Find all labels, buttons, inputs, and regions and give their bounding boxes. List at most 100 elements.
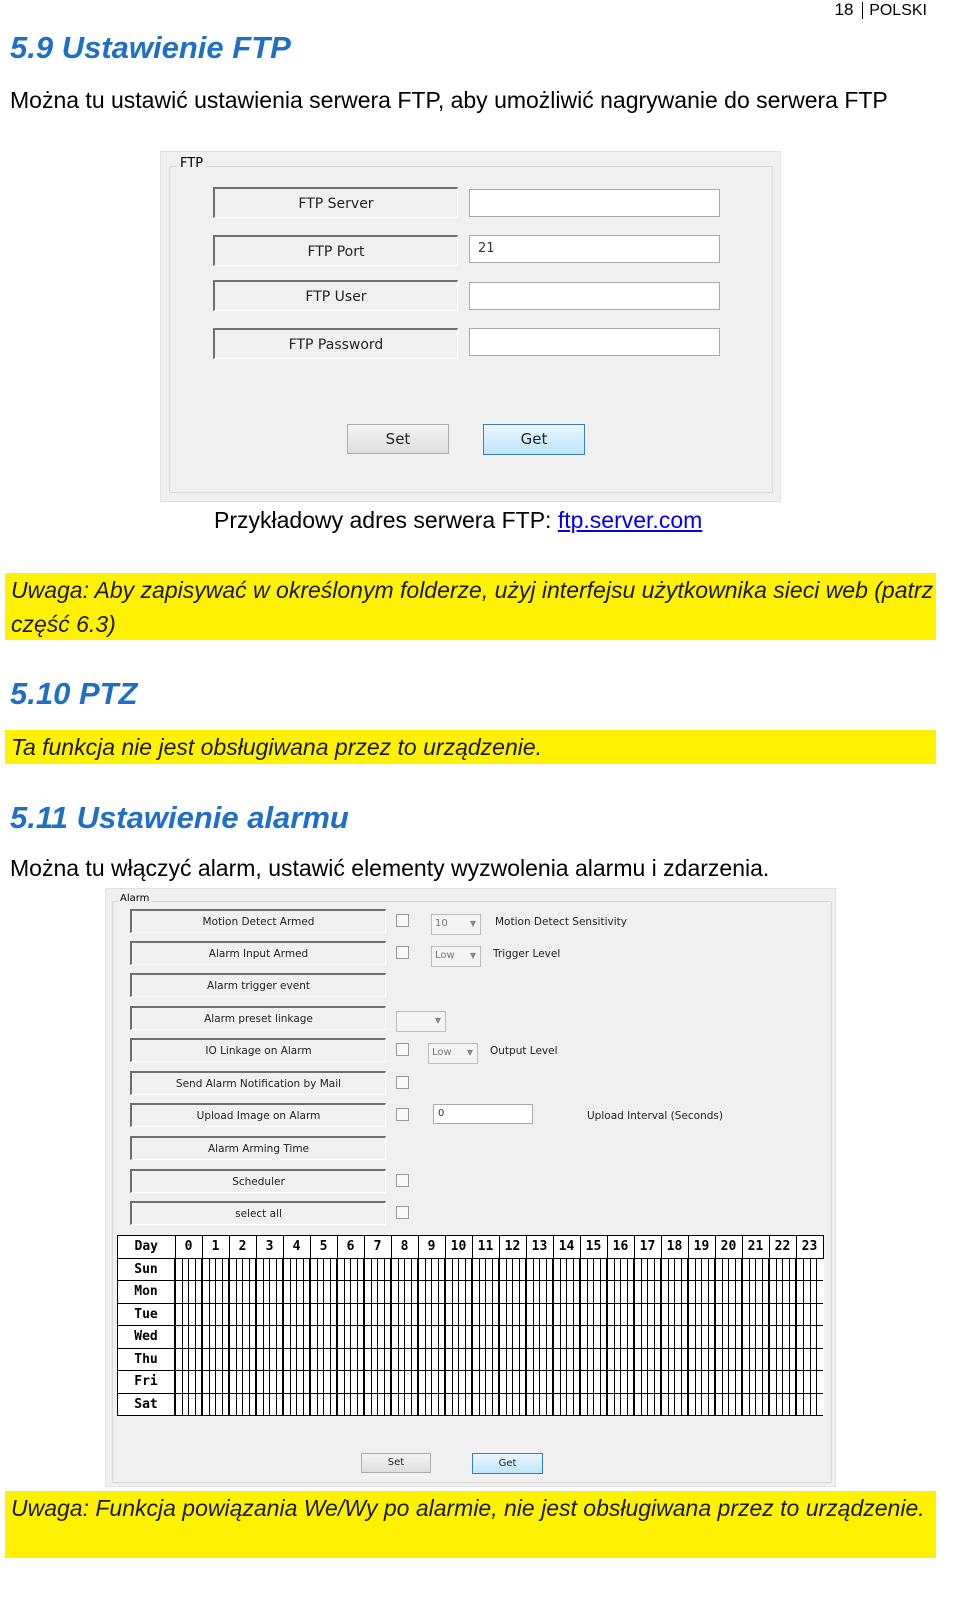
schedule-cell[interactable] (687, 1370, 695, 1394)
schedule-cell[interactable] (599, 1370, 607, 1394)
schedule-cell[interactable] (707, 1302, 715, 1326)
schedule-cell[interactable] (579, 1257, 587, 1281)
schedule-cell[interactable] (228, 1370, 236, 1394)
schedule-cell[interactable] (309, 1370, 317, 1394)
schedule-cell[interactable] (437, 1302, 445, 1326)
schedule-cell[interactable] (464, 1302, 472, 1326)
schedule-cell[interactable] (518, 1302, 526, 1326)
schedule-cell[interactable] (248, 1347, 256, 1371)
schedule-cell[interactable] (363, 1347, 371, 1371)
schedule-cell[interactable] (788, 1325, 796, 1349)
schedule-cell[interactable] (518, 1347, 526, 1371)
schedule-cell[interactable] (788, 1302, 796, 1326)
schedule-cell[interactable] (417, 1370, 425, 1394)
ftp-server-input[interactable] (469, 189, 720, 217)
schedule-cell[interactable] (734, 1257, 742, 1281)
schedule-cell[interactable] (444, 1347, 452, 1371)
schedule-cell[interactable] (383, 1370, 391, 1394)
schedule-cell[interactable] (282, 1347, 290, 1371)
schedule-cell[interactable] (302, 1280, 310, 1304)
schedule-cell[interactable] (228, 1392, 236, 1416)
schedule-cell[interactable] (194, 1325, 202, 1349)
schedule-cell[interactable] (552, 1302, 560, 1326)
schedule-cell[interactable] (606, 1392, 614, 1416)
schedule-cell[interactable] (653, 1280, 661, 1304)
schedule-cell[interactable] (363, 1370, 371, 1394)
schedule-cell[interactable] (282, 1392, 290, 1416)
schedule-cell[interactable] (768, 1257, 776, 1281)
schedule-cell[interactable] (626, 1347, 634, 1371)
schedule-cell[interactable] (579, 1347, 587, 1371)
schedule-cell[interactable] (221, 1257, 229, 1281)
schedule-cell[interactable] (329, 1370, 337, 1394)
schedule-cell[interactable] (525, 1325, 533, 1349)
schedule-cell[interactable] (410, 1347, 418, 1371)
schedule-cell[interactable] (633, 1257, 641, 1281)
schedule-cell[interactable] (444, 1392, 452, 1416)
schedule-cell[interactable] (768, 1347, 776, 1371)
schedule-cell[interactable] (194, 1392, 202, 1416)
schedule-cell[interactable] (471, 1257, 479, 1281)
schedule-cell[interactable] (626, 1280, 634, 1304)
schedule-cell[interactable] (336, 1370, 344, 1394)
schedule-cell[interactable] (802, 1370, 811, 1394)
schedule-cell[interactable] (794, 1392, 804, 1416)
schedule-cell[interactable] (174, 1347, 182, 1371)
schedule-cell[interactable] (552, 1392, 560, 1416)
schedule-cell[interactable] (471, 1325, 479, 1349)
schedule-cell[interactable] (741, 1347, 749, 1371)
schedule-cell[interactable] (410, 1280, 418, 1304)
schedule-cell[interactable] (525, 1280, 533, 1304)
ftp-example-link[interactable]: ftp.server.com (558, 507, 702, 533)
schedule-cell[interactable] (356, 1392, 364, 1416)
schedule-cell[interactable] (518, 1257, 526, 1281)
schedule-cell[interactable] (579, 1370, 587, 1394)
schedule-cell[interactable] (383, 1302, 391, 1326)
schedule-cell[interactable] (816, 1347, 823, 1371)
schedule-cell[interactable] (410, 1392, 418, 1416)
schedule-cell[interactable] (660, 1302, 668, 1326)
schedule-cell[interactable] (579, 1302, 587, 1326)
schedule-cell[interactable] (390, 1325, 398, 1349)
schedule-cell[interactable] (809, 1257, 817, 1281)
schedule-cell[interactable] (687, 1325, 695, 1349)
schedule-cell[interactable] (816, 1325, 823, 1349)
schedule-cell[interactable] (660, 1392, 668, 1416)
schedule-cell[interactable] (491, 1370, 499, 1394)
schedule-cell[interactable] (572, 1370, 580, 1394)
schedule-cell[interactable] (809, 1347, 817, 1371)
schedule-cell[interactable] (599, 1257, 607, 1281)
schedule-cell[interactable] (761, 1370, 769, 1394)
schedule-cell[interactable] (228, 1257, 236, 1281)
schedule-cell[interactable] (464, 1347, 472, 1371)
schedule-cell[interactable] (761, 1325, 769, 1349)
schedule-cell[interactable] (390, 1392, 398, 1416)
schedule-cell[interactable] (464, 1280, 472, 1304)
schedule-cell[interactable] (606, 1370, 614, 1394)
schedule-cell[interactable] (768, 1392, 776, 1416)
schedule-cell[interactable] (363, 1257, 371, 1281)
schedule-cell[interactable] (174, 1280, 182, 1304)
schedule-cell[interactable] (653, 1347, 661, 1371)
schedule-cell[interactable] (599, 1302, 607, 1326)
schedule-cell[interactable] (734, 1280, 742, 1304)
schedule-cell[interactable] (707, 1257, 715, 1281)
schedule-cell[interactable] (687, 1257, 695, 1281)
schedule-cell[interactable] (201, 1302, 209, 1326)
schedule-cell[interactable] (255, 1257, 263, 1281)
schedule-cell[interactable] (802, 1347, 811, 1371)
schedule-cell[interactable] (282, 1280, 290, 1304)
schedule-cell[interactable] (336, 1347, 344, 1371)
schedule-cell[interactable] (491, 1257, 499, 1281)
schedule-cell[interactable] (734, 1370, 742, 1394)
schedule-cell[interactable] (491, 1280, 499, 1304)
schedule-cell[interactable] (309, 1257, 317, 1281)
alarm-preset-linkage-dropdown[interactable]: ▼ (396, 1011, 446, 1032)
schedule-cell[interactable] (802, 1325, 811, 1349)
schedule-cell[interactable] (788, 1257, 796, 1281)
schedule-cell[interactable] (390, 1370, 398, 1394)
schedule-cell[interactable] (707, 1325, 715, 1349)
schedule-cell[interactable] (633, 1370, 641, 1394)
schedule-cell[interactable] (572, 1347, 580, 1371)
schedule-cell[interactable] (491, 1392, 499, 1416)
